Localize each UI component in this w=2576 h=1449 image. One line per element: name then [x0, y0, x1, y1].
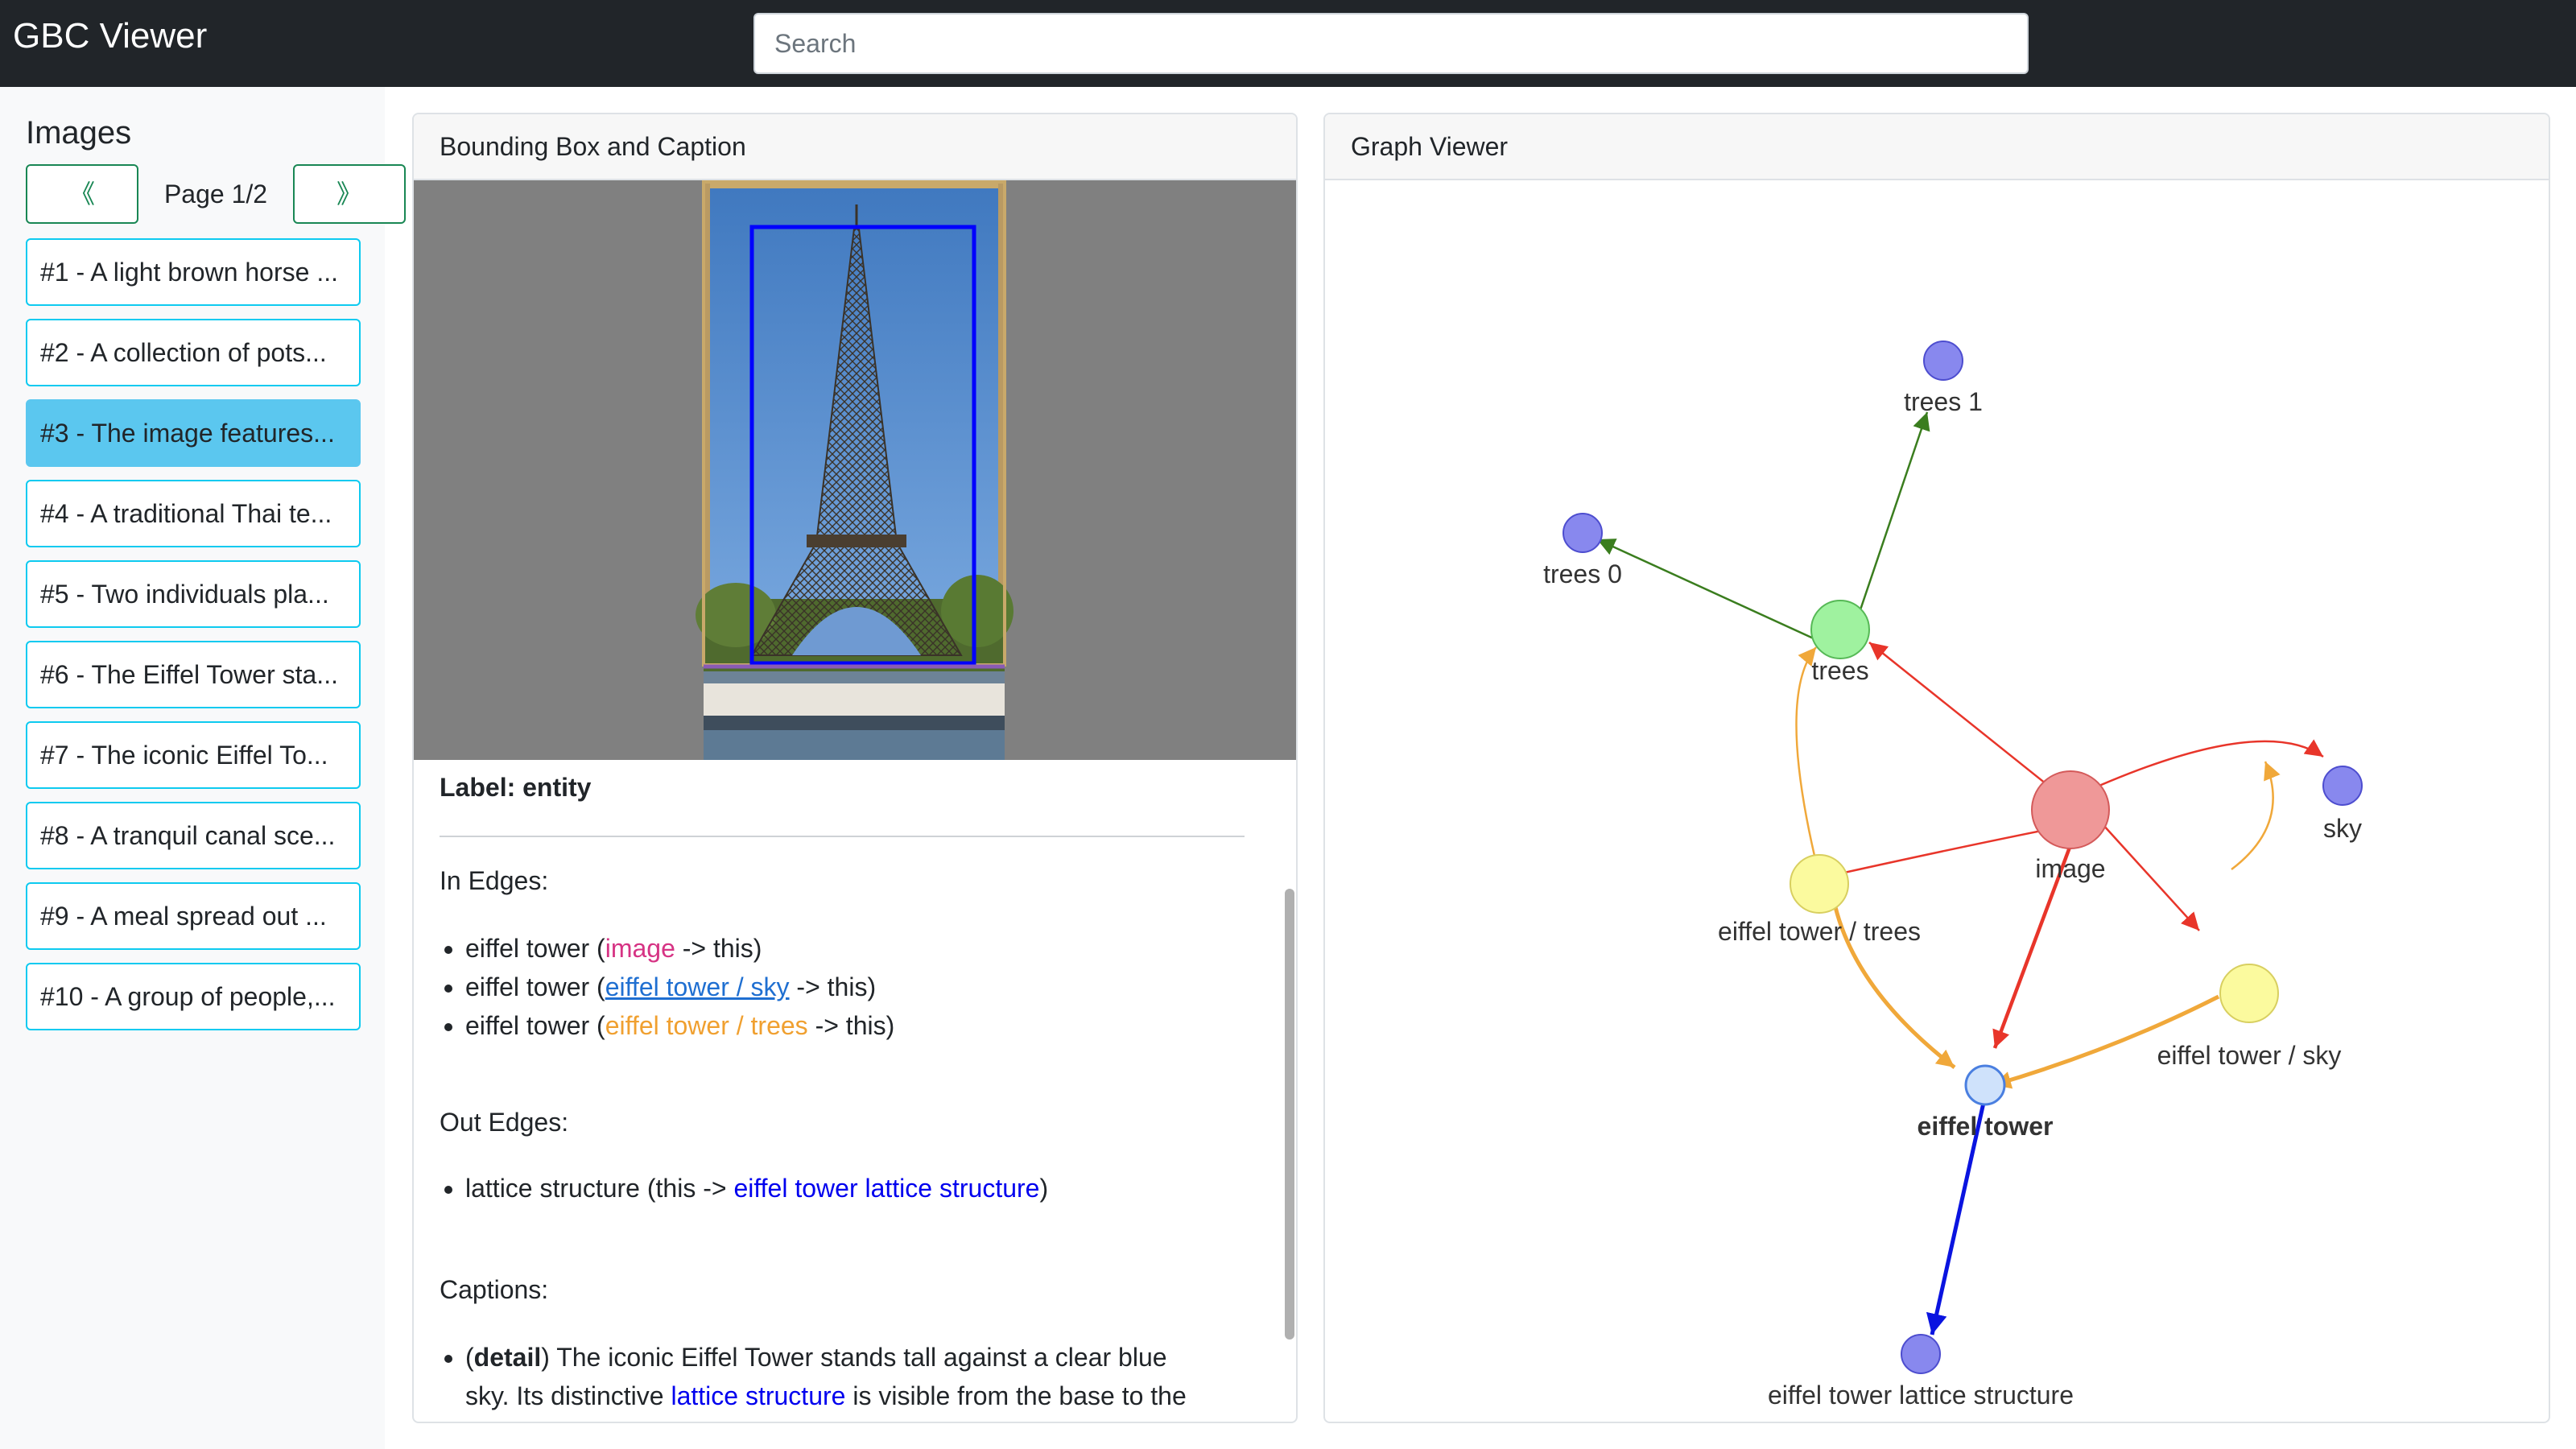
image-list-item[interactable]: #4 - A traditional Thai te...	[26, 480, 361, 547]
graph-viewer-card-header: Graph Viewer	[1325, 114, 2549, 180]
caption-link[interactable]: lattice structure	[671, 1381, 845, 1410]
caption-panel: Label: entity In Edges: eiffel tower (im…	[414, 760, 1296, 1422]
node-label-trees-1: trees 1	[1904, 387, 1983, 416]
image-list-item-active[interactable]: #3 - The image features...	[26, 399, 361, 467]
divider	[440, 836, 1245, 837]
caption-scrollbar[interactable]	[1283, 889, 1294, 1340]
in-edges-list: eiffel tower (image -> this) eiffel towe…	[414, 929, 894, 1045]
node-label-trees-0: trees 0	[1543, 559, 1622, 588]
node-eiffel-tower[interactable]	[1964, 1064, 2006, 1106]
in-edges-title: In Edges:	[440, 866, 549, 895]
sidebar: Images 《 Page 1/2 》 #1 - A light brown h…	[0, 87, 406, 1449]
node-label-eiffel-tower-trees: eiffel tower / trees	[1718, 917, 1921, 946]
image-list: #1 - A light brown horse ... #2 - A coll…	[26, 238, 361, 1043]
edge-image-to-sky	[2070, 739, 2324, 800]
captions-list: (detail) The iconic Eiffel Tower stands …	[414, 1338, 1254, 1415]
out-edges-title: Out Edges:	[440, 1108, 569, 1137]
node-eiffel-tower-sky[interactable]	[2219, 964, 2279, 1023]
edge-source-link[interactable]: eiffel tower / trees	[605, 1011, 808, 1040]
in-edge-item: eiffel tower (eiffel tower / sky -> this…	[465, 968, 894, 1006]
edge-target-link[interactable]: eiffel tower lattice structure	[733, 1174, 1039, 1203]
graph-viewer-card: Graph Viewer trees 1 trees 0 trees image…	[1323, 113, 2550, 1423]
image-list-item[interactable]: #5 - Two individuals pla...	[26, 560, 361, 628]
node-image[interactable]	[2031, 770, 2110, 849]
in-edge-item: eiffel tower (image -> this)	[465, 929, 894, 968]
edge-image-to-eiffel-tower-sky	[2102, 824, 2200, 931]
bounding-box-card-header: Bounding Box and Caption	[414, 114, 1296, 180]
edge-source-link[interactable]: eiffel tower / sky	[605, 972, 790, 1001]
image-list-item[interactable]: #1 - A light brown horse ...	[26, 238, 361, 306]
node-label-image: image	[2035, 854, 2105, 883]
in-edge-item: eiffel tower (eiffel tower / trees -> th…	[465, 1006, 894, 1045]
image-list-item[interactable]: #9 - A meal spread out ...	[26, 882, 361, 950]
node-trees[interactable]	[1810, 600, 1870, 659]
page-indicator: Page 1/2	[163, 180, 268, 208]
image-list-item[interactable]: #2 - A collection of pots...	[26, 319, 361, 386]
node-label-eiffel-tower-sky: eiffel tower / sky	[2157, 1041, 2342, 1070]
node-trees-1[interactable]	[1923, 341, 1963, 381]
edge-eiffel-tower-sky-to-sky	[2231, 761, 2281, 870]
image-list-item[interactable]: #8 - A tranquil canal sce...	[26, 802, 361, 869]
edge-image-to-trees	[1868, 642, 2047, 785]
captions-title: Captions:	[440, 1275, 549, 1304]
out-edge-item: lattice structure (this -> eiffel tower …	[465, 1169, 1048, 1208]
previous-page-button[interactable]: 《	[26, 164, 138, 224]
image-list-item[interactable]: #10 - A group of people,...	[26, 963, 361, 1030]
sidebar-title: Images	[26, 115, 132, 151]
next-page-button[interactable]: 》	[293, 164, 406, 224]
caption-item: (detail) The iconic Eiffel Tower stands …	[465, 1338, 1254, 1415]
node-label-eiffel-tower: eiffel tower	[1918, 1112, 2054, 1141]
node-label: Label: entity	[440, 773, 592, 802]
image-viewer	[414, 180, 1296, 760]
image-list-item[interactable]: #7 - The iconic Eiffel To...	[26, 721, 361, 789]
node-eiffel-tower-lattice-structure[interactable]	[1901, 1334, 1941, 1374]
out-edges-list: lattice structure (this -> eiffel tower …	[414, 1169, 1048, 1208]
edge-image-to-eiffel-tower-trees	[1822, 828, 2050, 882]
node-label-eiffel-tower-lattice-structure: eiffel tower lattice structure	[1768, 1381, 2074, 1410]
top-navbar: GBC Viewer	[0, 0, 2576, 87]
graph-canvas[interactable]: trees 1 trees 0 trees image sky eiffel t…	[1325, 180, 2549, 1422]
app-title[interactable]: GBC Viewer	[13, 11, 207, 61]
node-label-trees: trees	[1811, 656, 1868, 685]
node-eiffel-tower-trees[interactable]	[1790, 854, 1849, 914]
bounding-box-card: Bounding Box and Caption Label: entity I…	[412, 113, 1298, 1423]
eiffel-tower-photo	[696, 180, 1013, 760]
edge-trees-to-trees-0-main	[1596, 538, 1847, 655]
node-trees-0[interactable]	[1563, 513, 1603, 553]
caption-tag: detail	[473, 1343, 542, 1372]
edge-trees-to-trees-1-main	[1850, 411, 1930, 637]
scrollbar-thumb[interactable]	[1285, 889, 1294, 1340]
image-list-item[interactable]: #6 - The Eiffel Tower sta...	[26, 641, 361, 708]
node-label-sky: sky	[2323, 814, 2362, 843]
search-input[interactable]	[753, 13, 2029, 74]
node-sky[interactable]	[2322, 766, 2363, 806]
edge-source-link[interactable]: image	[605, 934, 675, 963]
